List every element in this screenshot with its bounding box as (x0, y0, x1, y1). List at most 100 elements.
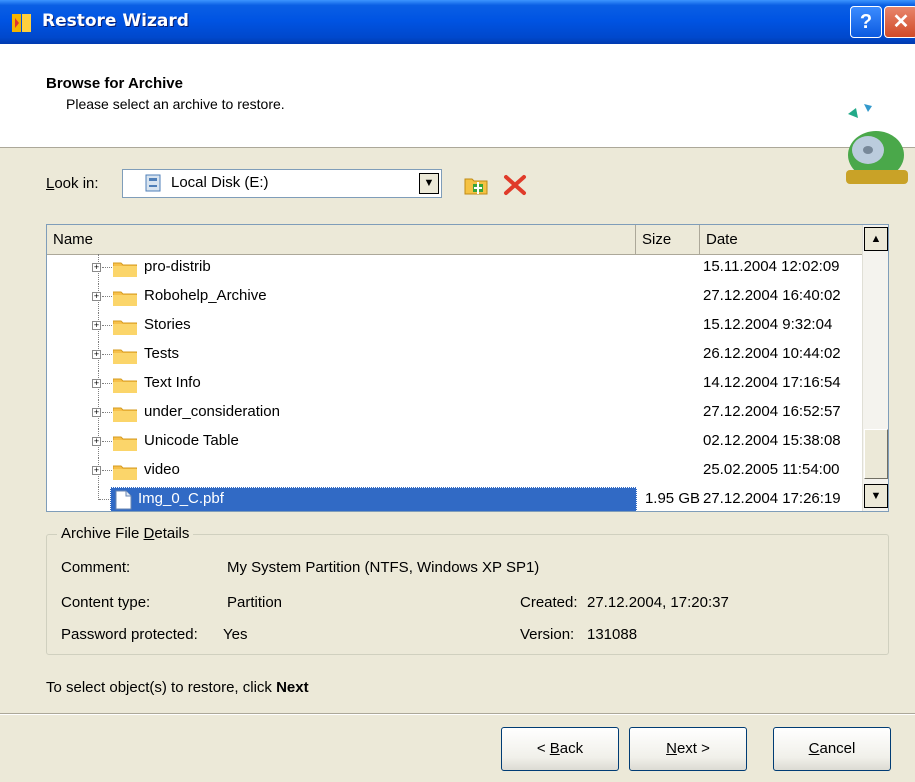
tree-connector (99, 499, 109, 500)
window-title: Restore Wizard (42, 11, 189, 31)
item-date: 02.12.2004 15:38:08 (703, 432, 841, 449)
list-header: Name Size Date (47, 225, 863, 255)
new-folder-icon[interactable] (464, 175, 488, 195)
instruction-next: Next (276, 679, 309, 696)
archive-file-details-group: Archive File Details Comment: My System … (46, 525, 889, 655)
expand-icon[interactable]: + (92, 466, 101, 475)
expand-icon[interactable]: + (92, 263, 101, 272)
delete-icon[interactable] (503, 174, 527, 196)
look-in-value: Local Disk (E:) (171, 174, 269, 191)
item-name: Tests (144, 345, 180, 362)
version-value: 131088 (587, 626, 638, 643)
tree-line (98, 486, 100, 500)
item-name: pro-distrib (144, 258, 211, 275)
folder-icon (112, 348, 138, 365)
folder-icon (112, 435, 138, 452)
close-icon: ✕ (892, 11, 910, 33)
folder-icon (112, 319, 138, 336)
scroll-down-icon[interactable]: ▼ (864, 484, 888, 508)
list-item-folder[interactable]: + under_consideration 27.12.2004 16:52:57 (47, 399, 862, 427)
content-type-label: Content type: (61, 594, 151, 611)
help-button[interactable]: ? (850, 6, 882, 38)
list-item-folder[interactable]: + Stories 15.12.2004 9:32:04 (47, 312, 862, 340)
folder-icon (112, 406, 138, 423)
vertical-scrollbar[interactable]: ▲ ▼ (862, 225, 888, 511)
item-name: video (144, 461, 180, 478)
help-icon: ? (859, 11, 873, 33)
list-item-folder[interactable]: + video 25.02.2005 11:54:00 (47, 457, 862, 485)
close-button[interactable]: ✕ (884, 6, 915, 38)
item-date: 26.12.2004 10:44:02 (703, 345, 841, 362)
created-label: Created: (520, 594, 578, 611)
password-protected-label: Password protected: (61, 626, 198, 643)
item-name: Unicode Table (144, 432, 239, 449)
item-name: Text Info (144, 374, 201, 391)
expand-icon[interactable]: + (92, 379, 101, 388)
list-item-folder[interactable]: + Tests 26.12.2004 10:44:02 (47, 341, 862, 369)
list-item-folder[interactable]: + Text Info 14.12.2004 17:16:54 (47, 370, 862, 398)
details-legend: Archive File Details (57, 525, 194, 542)
instruction-text: To select object(s) to restore, click Ne… (46, 679, 309, 696)
cancel-button[interactable]: Cancel (773, 727, 891, 771)
item-date: 27.12.2004 16:52:57 (703, 403, 841, 420)
tree-connector (102, 267, 112, 268)
folder-icon (112, 464, 138, 481)
item-name: Stories (144, 316, 191, 333)
tree-connector (102, 354, 112, 355)
item-size: 1.95 GB (644, 490, 700, 507)
scroll-track[interactable] (864, 251, 888, 484)
comment-value: My System Partition (NTFS, Windows XP SP… (227, 559, 540, 576)
item-date: 25.02.2005 11:54:00 (703, 461, 840, 478)
tree-connector (102, 441, 112, 442)
content-type-value: Partition (227, 594, 283, 611)
column-header-size[interactable]: Size (636, 225, 700, 254)
restore-wizard-icon (846, 104, 908, 184)
folder-icon (112, 261, 138, 278)
column-header-name[interactable]: Name (47, 225, 636, 254)
tree-connector (102, 296, 112, 297)
version-label: Version: (520, 626, 575, 643)
expand-icon[interactable]: + (92, 321, 101, 330)
chevron-down-icon[interactable]: ▼ (419, 173, 439, 194)
page-subtitle: Please select an archive to restore. (66, 96, 285, 112)
password-protected-value: Yes (223, 626, 248, 643)
column-header-date[interactable]: Date (700, 225, 863, 254)
tree-connector (102, 325, 112, 326)
item-date: 27.12.2004 17:26:19 (703, 490, 841, 507)
expand-icon[interactable]: + (92, 292, 101, 301)
look-in-label: Look in: (46, 175, 99, 192)
page-title: Browse for Archive (46, 75, 183, 92)
app-icon (12, 14, 31, 32)
expand-icon[interactable]: + (92, 350, 101, 359)
archive-file-list[interactable]: Name Size Date + pro-distrib 15.11.2004 12… (46, 224, 889, 512)
tree-connector (102, 383, 112, 384)
divider (0, 713, 915, 715)
list-item-folder[interactable]: + Unicode Table 02.12.2004 15:38:08 (47, 428, 862, 456)
expand-icon[interactable]: + (92, 408, 101, 417)
tree-connector (102, 412, 112, 413)
next-button[interactable]: Next > (629, 727, 747, 771)
folder-icon (112, 290, 138, 307)
list-item-folder[interactable]: + pro-distrib 15.11.2004 12:02:09 (47, 254, 862, 282)
created-value: 27.12.2004, 17:20:37 (587, 594, 729, 611)
item-date: 14.12.2004 17:16:54 (703, 374, 841, 391)
restore-wizard-window: Restore Wizard ? ✕ Browse for Archive Pl… (0, 0, 915, 782)
scroll-thumb[interactable] (864, 429, 888, 479)
back-button[interactable]: < Back (501, 727, 619, 771)
drive-icon (145, 174, 161, 192)
item-name: Img_0_C.pbf (138, 490, 224, 507)
item-date: 15.12.2004 9:32:04 (703, 316, 833, 333)
item-date: 27.12.2004 16:40:02 (703, 287, 841, 304)
wizard-header: Browse for Archive Please select an arch… (0, 44, 915, 184)
item-name: under_consideration (144, 403, 280, 420)
title-bar[interactable]: Restore Wizard ? ✕ (0, 0, 915, 44)
look-in-dropdown[interactable]: Local Disk (E:) ▼ (122, 169, 442, 198)
tree-connector (102, 470, 112, 471)
expand-icon[interactable]: + (92, 437, 101, 446)
list-item-file[interactable]: Img_0_C.pbf 1.95 GB 27.12.2004 17:26:19 (47, 486, 862, 511)
folder-icon (112, 377, 138, 394)
comment-label: Comment: (61, 559, 131, 576)
list-item-folder[interactable]: + Robohelp_Archive 27.12.2004 16:40:02 (47, 283, 862, 311)
scroll-up-icon[interactable]: ▲ (864, 227, 888, 251)
item-date: 15.11.2004 12:02:09 (703, 258, 840, 275)
